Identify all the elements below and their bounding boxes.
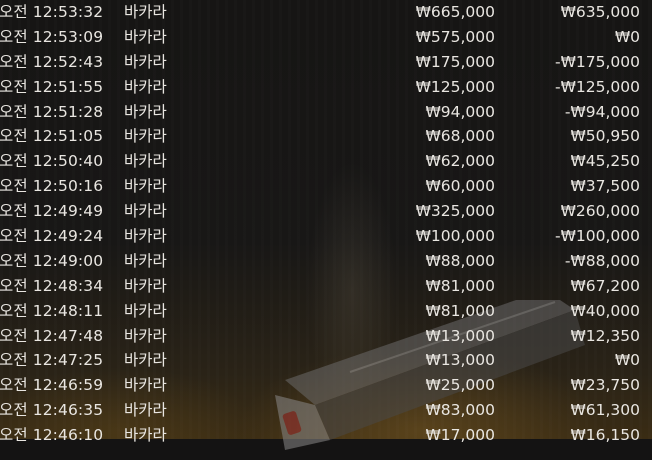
history-row[interactable]: 오전 12:46:10 바카라 ₩17,000 ₩16,150 bbox=[0, 423, 652, 448]
history-row[interactable]: 오전 12:49:00 바카라 ₩88,000 -₩88,000 bbox=[0, 249, 652, 274]
history-row[interactable]: 오전 12:53:09 바카라 ₩575,000 ₩0 bbox=[0, 25, 652, 50]
win-loss-amount: ₩37,500 bbox=[570, 177, 640, 196]
game-name: 바카라 bbox=[124, 27, 167, 46]
bet-time: 오전 12:50:16 bbox=[0, 177, 104, 196]
history-row[interactable]: 오전 12:52:43 바카라 ₩175,000 -₩175,000 bbox=[0, 50, 652, 75]
bet-amount: ₩94,000 bbox=[425, 102, 495, 121]
bet-amount: ₩13,000 bbox=[425, 326, 495, 345]
win-loss-amount: ₩67,200 bbox=[570, 276, 640, 295]
bet-time: 오전 12:51:55 bbox=[0, 77, 104, 96]
win-loss-amount: -₩88,000 bbox=[564, 251, 640, 270]
history-row[interactable]: 오전 12:46:35 바카라 ₩83,000 ₩61,300 bbox=[0, 398, 652, 423]
bet-amount: ₩81,000 bbox=[425, 276, 495, 295]
bet-amount: ₩60,000 bbox=[425, 177, 495, 196]
bet-time: 오전 12:49:49 bbox=[0, 202, 104, 221]
game-name: 바카라 bbox=[124, 326, 167, 345]
bet-amount: ₩17,000 bbox=[425, 426, 495, 445]
history-row[interactable]: 오전 12:48:11 바카라 ₩81,000 ₩40,000 bbox=[0, 299, 652, 324]
history-row[interactable]: 오전 12:51:55 바카라 ₩125,000 -₩125,000 bbox=[0, 75, 652, 100]
win-loss-amount: -₩94,000 bbox=[564, 102, 640, 121]
bet-time: 오전 12:51:28 bbox=[0, 102, 104, 121]
game-name: 바카라 bbox=[124, 401, 167, 420]
bet-amount: ₩13,000 bbox=[425, 351, 495, 370]
win-loss-amount: -₩175,000 bbox=[554, 52, 640, 71]
bet-time: 오전 12:47:48 bbox=[0, 326, 104, 345]
win-loss-amount: ₩40,000 bbox=[570, 301, 640, 320]
game-name: 바카라 bbox=[124, 276, 167, 295]
bet-time: 오전 12:50:40 bbox=[0, 152, 104, 171]
bet-time: 오전 12:48:34 bbox=[0, 276, 104, 295]
game-name: 바카라 bbox=[124, 127, 167, 146]
win-loss-amount: ₩0 bbox=[614, 27, 640, 46]
game-name: 바카라 bbox=[124, 251, 167, 270]
game-name: 바카라 bbox=[124, 102, 167, 121]
game-name: 바카라 bbox=[124, 177, 167, 196]
game-name: 바카라 bbox=[124, 3, 167, 21]
bet-amount: ₩68,000 bbox=[425, 127, 495, 146]
bet-time: 오전 12:51:05 bbox=[0, 127, 104, 146]
bet-amount: ₩81,000 bbox=[425, 301, 495, 320]
bet-amount: ₩62,000 bbox=[425, 152, 495, 171]
bet-amount: ₩83,000 bbox=[425, 401, 495, 420]
bet-time: 오전 12:46:59 bbox=[0, 376, 104, 395]
win-loss-amount: ₩50,950 bbox=[570, 127, 640, 146]
bet-time: 오전 12:48:11 bbox=[0, 301, 104, 320]
bet-amount: ₩665,000 bbox=[415, 3, 495, 21]
game-name: 바카라 bbox=[124, 351, 167, 370]
win-loss-amount: ₩16,150 bbox=[570, 426, 640, 445]
history-row[interactable]: 오전 12:49:24 바카라 ₩100,000 -₩100,000 bbox=[0, 224, 652, 249]
win-loss-amount: ₩12,350 bbox=[570, 326, 640, 345]
bet-time: 오전 12:46:35 bbox=[0, 401, 104, 420]
history-row[interactable]: 오전 12:51:05 바카라 ₩68,000 ₩50,950 bbox=[0, 124, 652, 149]
win-loss-amount: ₩0 bbox=[614, 351, 640, 370]
bet-amount: ₩100,000 bbox=[415, 227, 495, 246]
bet-amount: ₩575,000 bbox=[415, 27, 495, 46]
history-row[interactable]: 오전 12:53:32 바카라 ₩665,000 ₩635,000 bbox=[0, 0, 652, 25]
win-loss-amount: ₩45,250 bbox=[570, 152, 640, 171]
history-row[interactable]: 오전 12:46:59 바카라 ₩25,000 ₩23,750 bbox=[0, 373, 652, 398]
bet-time: 오전 12:49:24 bbox=[0, 227, 104, 246]
bet-time: 오전 12:46:10 bbox=[0, 426, 104, 445]
bet-time: 오전 12:53:09 bbox=[0, 27, 104, 46]
history-row[interactable]: 오전 12:50:40 바카라 ₩62,000 ₩45,250 bbox=[0, 149, 652, 174]
game-name: 바카라 bbox=[124, 227, 167, 246]
bet-amount: ₩25,000 bbox=[425, 376, 495, 395]
win-loss-amount: ₩61,300 bbox=[570, 401, 640, 420]
bet-time: 오전 12:52:43 bbox=[0, 52, 104, 71]
game-name: 바카라 bbox=[124, 376, 167, 395]
history-row[interactable]: 오전 12:51:28 바카라 ₩94,000 -₩94,000 bbox=[0, 100, 652, 125]
history-row[interactable]: 오전 12:48:34 바카라 ₩81,000 ₩67,200 bbox=[0, 274, 652, 299]
game-name: 바카라 bbox=[124, 301, 167, 320]
bet-history-list: 오전 12:53:32 바카라 ₩665,000 ₩635,000 오전 12:… bbox=[0, 0, 652, 448]
win-loss-amount: -₩100,000 bbox=[554, 227, 640, 246]
history-row[interactable]: 오전 12:47:48 바카라 ₩13,000 ₩12,350 bbox=[0, 324, 652, 349]
win-loss-amount: ₩23,750 bbox=[570, 376, 640, 395]
bet-time: 오전 12:49:00 bbox=[0, 251, 104, 270]
game-name: 바카라 bbox=[124, 426, 167, 445]
history-row[interactable]: 오전 12:49:49 바카라 ₩325,000 ₩260,000 bbox=[0, 199, 652, 224]
bet-amount: ₩175,000 bbox=[415, 52, 495, 71]
bet-amount: ₩125,000 bbox=[415, 77, 495, 96]
game-name: 바카라 bbox=[124, 202, 167, 221]
game-name: 바카라 bbox=[124, 77, 167, 96]
game-name: 바카라 bbox=[124, 52, 167, 71]
win-loss-amount: -₩125,000 bbox=[554, 77, 640, 96]
win-loss-amount: ₩635,000 bbox=[560, 3, 640, 21]
bet-time: 오전 12:53:32 bbox=[0, 3, 104, 21]
history-row[interactable]: 오전 12:50:16 바카라 ₩60,000 ₩37,500 bbox=[0, 174, 652, 199]
bet-amount: ₩88,000 bbox=[425, 251, 495, 270]
history-row[interactable]: 오전 12:47:25 바카라 ₩13,000 ₩0 bbox=[0, 348, 652, 373]
game-name: 바카라 bbox=[124, 152, 167, 171]
win-loss-amount: ₩260,000 bbox=[560, 202, 640, 221]
bet-time: 오전 12:47:25 bbox=[0, 351, 104, 370]
bet-amount: ₩325,000 bbox=[415, 202, 495, 221]
